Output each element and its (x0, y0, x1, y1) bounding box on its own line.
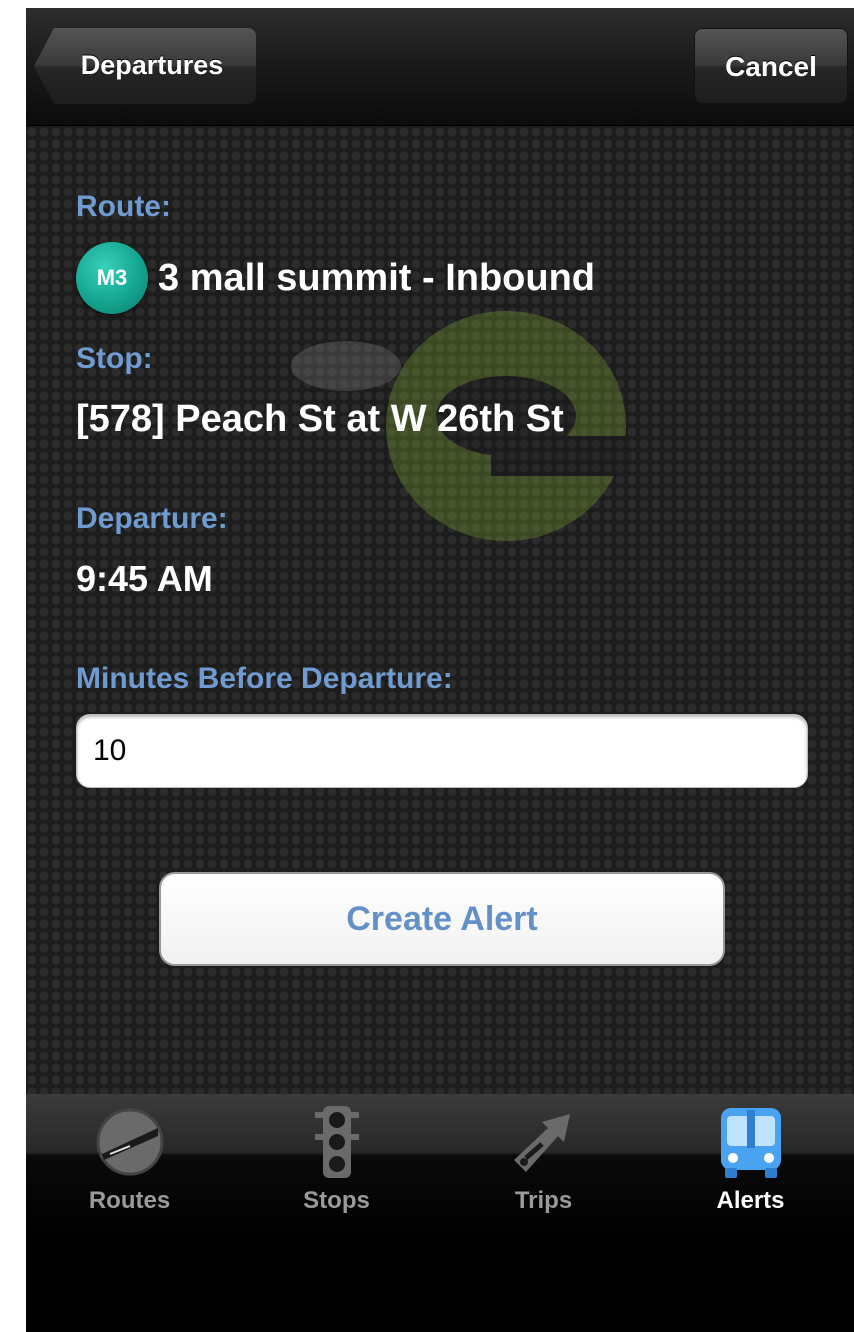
route-name: 3 mall summit - Inbound (158, 256, 596, 299)
cancel-button-label: Cancel (725, 51, 817, 82)
tab-alerts[interactable]: Alerts (647, 1094, 854, 1240)
top-border (0, 0, 854, 8)
departure-value: 9:45 AM (76, 558, 213, 599)
screen: Departures Cancel Route: M3 3 mall summi… (0, 0, 854, 1332)
tab-trips-label: Trips (514, 1187, 573, 1214)
stop-value: [578] Peach St at W 26th St (76, 398, 564, 440)
tab-alerts-label: Alerts (716, 1187, 785, 1214)
road-icon (96, 1108, 163, 1176)
trip-arrow-icon (513, 1114, 570, 1172)
back-button[interactable]: Departures (34, 28, 256, 104)
tab-routes[interactable]: Routes (26, 1094, 233, 1240)
left-border (0, 0, 26, 1332)
tab-trips[interactable]: Trips (440, 1094, 647, 1240)
cancel-button[interactable]: Cancel (694, 28, 848, 104)
tab-stops-label: Stops (303, 1187, 370, 1214)
alert-form: Route: M3 3 mall summit - Inbound Stop: … (26, 126, 854, 1094)
stop-label: Stop: (76, 342, 153, 375)
minutes-before-input[interactable] (76, 714, 808, 788)
tab-bar: Routes Stops Trips Alerts (26, 1094, 854, 1240)
departure-label: Departure: (76, 502, 228, 535)
tab-routes-label: Routes (88, 1187, 171, 1214)
route-label: Route: (76, 190, 171, 223)
route-row: M3 3 mall summit - Inbound (76, 242, 595, 314)
bottom-area (26, 1240, 854, 1332)
navigation-bar: Departures Cancel (26, 8, 854, 126)
bus-icon (720, 1108, 781, 1178)
route-badge-icon: M3 (76, 242, 148, 314)
traffic-light-icon (314, 1106, 359, 1178)
tab-stops[interactable]: Stops (233, 1094, 440, 1240)
minutes-label: Minutes Before Departure: (76, 662, 453, 695)
create-alert-button[interactable]: Create Alert (159, 872, 725, 966)
back-button-label: Departures (80, 50, 224, 80)
